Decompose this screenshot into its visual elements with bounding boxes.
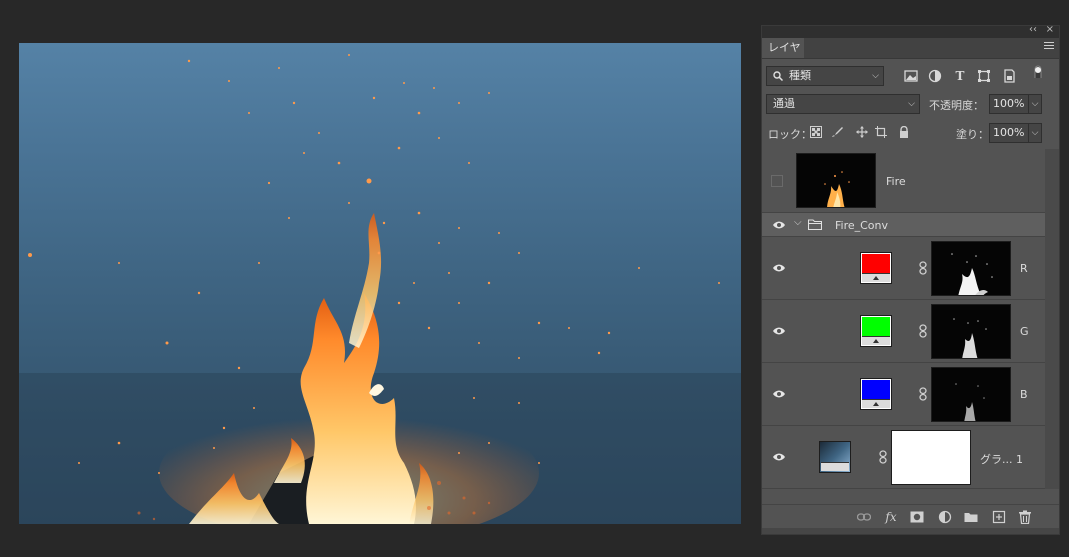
layer-name[interactable]: R [1020,262,1028,275]
lock-label: ロック： [768,128,812,141]
eye-icon[interactable] [772,263,786,273]
chain-link-icon[interactable] [919,261,927,275]
layer-row-fire[interactable]: Fire [762,149,1045,213]
delete-icon[interactable] [1018,510,1032,524]
document-canvas[interactable] [19,43,741,524]
chain-link-icon[interactable] [879,450,887,464]
new-adjustment-icon[interactable] [938,510,952,524]
layers-list: Fire ⌵ Fire_Conv R G B グラ... 1 [762,149,1045,489]
layer-name[interactable]: グラ... 1 [980,451,1023,467]
lock-all-icon[interactable] [898,126,910,138]
type-filter-icon[interactable]: T [953,69,967,83]
solid-color-thumbnail[interactable] [860,252,892,284]
panel-menu-icon[interactable] [1044,42,1054,52]
layer-row-gradient-map[interactable]: グラ... 1 [762,426,1045,489]
layer-name[interactable]: Fire_Conv [835,219,888,232]
panel-status-strip [762,528,1059,534]
r-mask-image [951,253,993,295]
lock-position-icon[interactable] [856,126,868,138]
chain-link-icon[interactable] [919,387,927,401]
chain-link-icon[interactable] [919,324,927,338]
filter-toggle-icon[interactable] [1032,64,1046,78]
search-icon [773,71,783,81]
layers-bottom-toolbar: fx [762,504,1059,529]
fire-image [19,54,741,524]
folder-icon [808,219,822,230]
new-layer-icon[interactable] [992,510,1006,524]
layer-name[interactable]: Fire [886,175,906,188]
lock-artboard-icon[interactable] [875,126,887,138]
layers-scrollbar[interactable] [1045,149,1059,489]
layer-name[interactable]: G [1020,325,1029,338]
visibility-toggle-off[interactable] [771,175,783,187]
blend-mode-value: 通過 [773,97,795,110]
gradient-map-thumbnail[interactable] [819,441,851,473]
fx-icon[interactable]: fx [884,510,898,524]
layer-row-fire-conv-group[interactable]: ⌵ Fire_Conv [762,213,1045,237]
b-mask-image [955,383,985,421]
chevron-down-icon[interactable]: ⌵ [794,217,802,228]
image-filter-icon[interactable] [904,69,918,83]
link-layers-icon[interactable] [857,510,871,524]
blend-mode-dropdown[interactable]: 通過 ⌵ [766,94,920,114]
layer-row-r[interactable]: R [762,237,1045,300]
layer-name[interactable]: B [1020,388,1028,401]
opacity-input[interactable]: 100% [989,94,1029,114]
eye-icon[interactable] [772,220,786,230]
layer-mask-thumbnail[interactable] [891,430,971,485]
add-mask-icon[interactable] [910,510,924,524]
opacity-chevron-icon[interactable]: ⌵ [1028,94,1042,114]
layer-row-g[interactable]: G [762,300,1045,363]
fill-chevron-icon[interactable]: ⌵ [1028,123,1042,143]
solid-color-thumbnail[interactable] [860,378,892,410]
layer-mask-thumbnail[interactable] [931,241,1011,296]
adjustment-filter-icon[interactable] [928,69,942,83]
g-mask-image [953,318,987,358]
smart-object-filter-icon[interactable] [1002,69,1016,83]
layer-thumbnail [796,153,876,208]
opacity-label: 不透明度： [929,99,984,112]
new-group-icon[interactable] [964,510,978,524]
layers-panel: ‹‹ × レイヤー 種類 ⌵ T 通過 ⌵ 不透明度： [761,24,1060,535]
layer-filter-dropdown[interactable]: 種類 ⌵ [766,66,884,86]
tab-layers[interactable]: レイヤー [762,38,804,74]
shape-filter-icon[interactable] [977,69,991,83]
eye-icon[interactable] [772,389,786,399]
fire-thumbnail-image [824,171,850,207]
fill-label: 塗り： [956,128,989,141]
close-panel-icon[interactable]: × [1046,24,1054,35]
panel-tab-row: レイヤー [762,38,1059,74]
chevron-down-icon: ⌵ [872,71,879,81]
layer-mask-thumbnail[interactable] [931,304,1011,359]
eye-icon[interactable] [772,452,786,462]
filter-label: 種類 [789,69,811,82]
layer-row-b[interactable]: B [762,363,1045,426]
eye-icon[interactable] [772,326,786,336]
lock-transparent-icon[interactable] [810,126,822,138]
chevron-down-icon: ⌵ [908,99,915,109]
solid-color-thumbnail[interactable] [860,315,892,347]
layer-mask-thumbnail[interactable] [931,367,1011,422]
fill-input[interactable]: 100% [989,123,1029,143]
panel-titlebar: ‹‹ × [762,24,1059,38]
lock-image-icon[interactable] [831,126,843,138]
collapse-panel-icon[interactable]: ‹‹ [1029,24,1037,35]
